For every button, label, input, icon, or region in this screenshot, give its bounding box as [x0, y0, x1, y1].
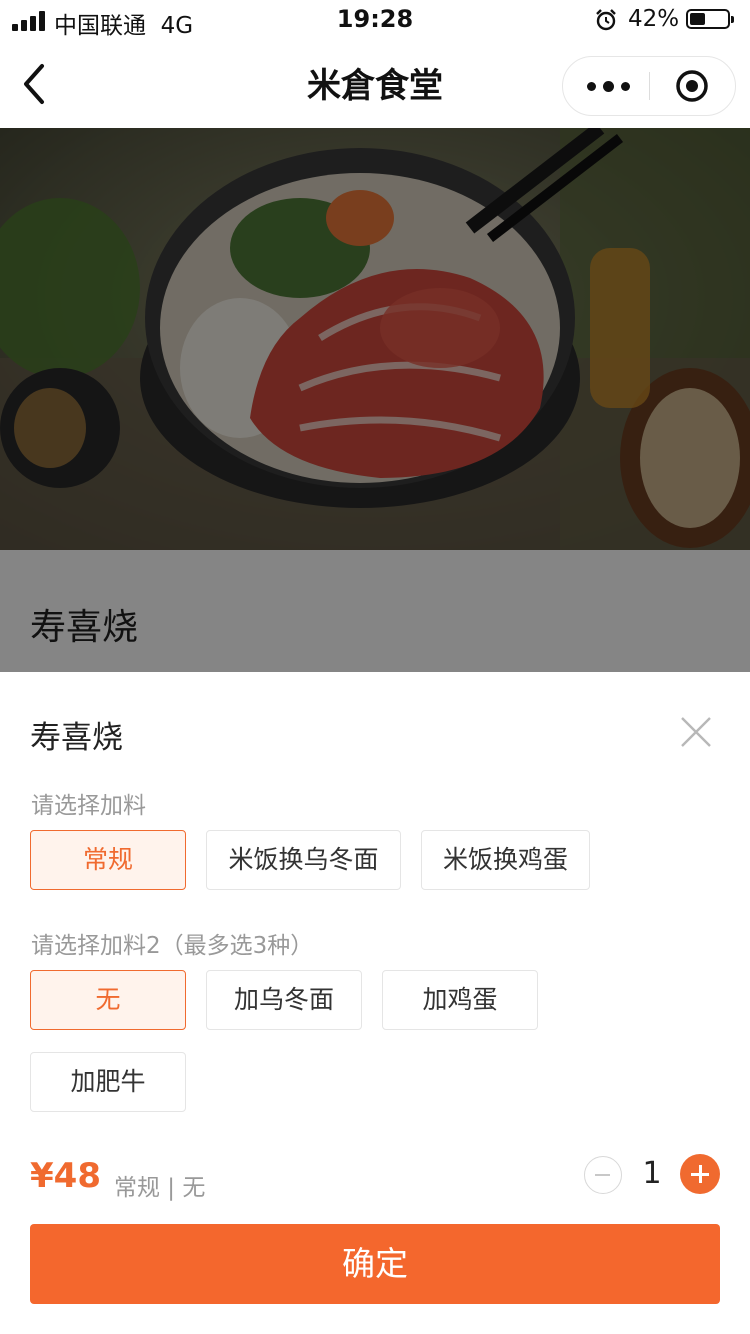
quantity-increase-button[interactable] — [680, 1154, 720, 1194]
option-regular[interactable]: 常规 — [30, 830, 186, 890]
option-add-beef[interactable]: 加肥牛 — [30, 1052, 186, 1112]
nav-bar: 米倉食堂 — [0, 40, 750, 128]
close-icon[interactable] — [678, 714, 714, 750]
option-add-udon[interactable]: 加乌冬面 — [206, 970, 362, 1030]
close-program-icon[interactable] — [675, 69, 709, 103]
battery-percent: 42% — [628, 6, 680, 32]
selected-options-summary: 常规 | 无 — [114, 1175, 206, 1201]
status-bar: 中国联通 4G 19:28 42% — [0, 0, 750, 40]
battery-icon — [686, 9, 734, 29]
confirm-button[interactable]: 确定 — [30, 1224, 720, 1304]
capsule-divider — [649, 72, 650, 100]
option-udon-instead-of-rice[interactable]: 米饭换乌冬面 — [206, 830, 401, 890]
option-none[interactable]: 无 — [30, 970, 186, 1030]
alarm-icon — [596, 9, 616, 31]
mini-program-capsule — [562, 56, 736, 116]
option-group-label-2: 请选择加料2（最多选3种） — [31, 933, 314, 959]
option-egg-instead-of-rice[interactable]: 米饭换鸡蛋 — [421, 830, 590, 890]
option-group-label: 请选择加料 — [31, 793, 146, 819]
sheet-title: 寿喜烧 — [30, 720, 123, 756]
options-sheet: 寿喜烧 请选择加料 常规 米饭换乌冬面 米饭换鸡蛋 请选择加料2（最多选3种） … — [0, 672, 750, 1334]
option-add-egg[interactable]: 加鸡蛋 — [382, 970, 538, 1030]
quantity-value: 1 — [642, 1156, 662, 1191]
quantity-decrease-button[interactable] — [584, 1156, 622, 1194]
price: ¥48 — [30, 1156, 101, 1196]
more-icon[interactable] — [583, 57, 633, 115]
